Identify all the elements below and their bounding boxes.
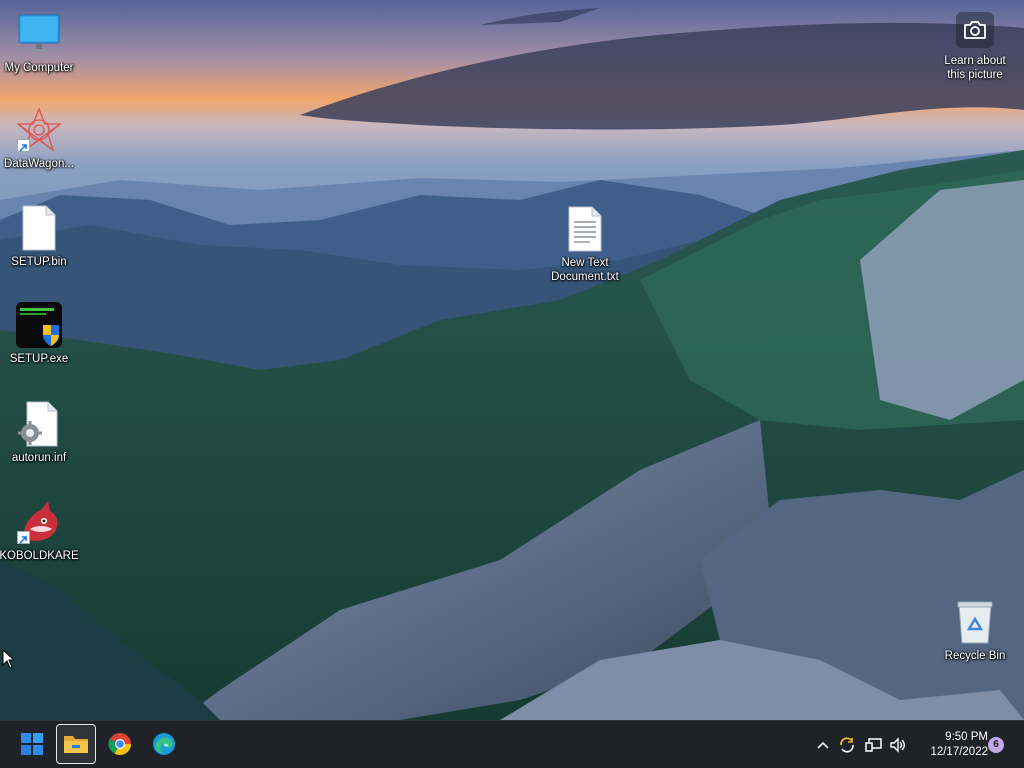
desktop-icon-new-text-document[interactable]: New Text Document.txt (544, 205, 626, 284)
clock-time: 9:50 PM (945, 731, 988, 743)
kobold-app-icon (15, 498, 63, 546)
edge-icon (153, 733, 175, 755)
notification-badge[interactable]: 6 (988, 737, 1004, 753)
desktop-icon-my-computer[interactable]: My Computer (0, 10, 80, 75)
desktop-icon-label: autorun.inf (11, 452, 67, 464)
desktop-icon-datawagon[interactable]: DataWagon... (0, 106, 80, 171)
learn-about-this-picture-button[interactable]: Learn about this picture (936, 12, 1014, 82)
volume-icon[interactable] (888, 735, 908, 755)
monitor-icon (15, 10, 63, 58)
desktop-icon-label: Recycle Bin (944, 650, 1006, 662)
setup-exe-icon (15, 301, 63, 349)
desktop[interactable]: My Computer DataWagon... SETUP.bin SETUP… (0, 0, 1024, 720)
chevron-up-icon[interactable] (813, 735, 833, 755)
wallpaper-mountain-landscape (0, 0, 1024, 720)
desktop-icon-setup-exe[interactable]: SETUP.exe (0, 301, 80, 366)
chrome-button[interactable] (100, 724, 140, 764)
clock-date: 12/17/2022 (930, 746, 988, 758)
desktop-icon-label: KOBOLDKARE (0, 550, 79, 562)
desktop-icon-recycle-bin[interactable]: Recycle Bin (934, 598, 1016, 663)
learn-about-label: Learn about this picture (944, 55, 1006, 81)
desktop-icon-label: SETUP.bin (11, 256, 67, 268)
windows-start-icon (21, 733, 43, 755)
desktop-icon-label: My Computer (4, 62, 74, 74)
folder-icon (64, 736, 88, 753)
file-explorer-button[interactable] (56, 724, 96, 764)
clock[interactable]: 9:50 PM 12/17/2022 (912, 730, 988, 760)
desktop-icon-koboldkare[interactable]: KOBOLDKARE (0, 498, 80, 563)
text-file-icon (561, 205, 609, 253)
settings-file-icon (15, 400, 63, 448)
shortcut-arrow-icon (17, 531, 30, 544)
chrome-icon (108, 733, 131, 755)
camera-icon (956, 12, 994, 48)
sync-icon[interactable] (837, 735, 857, 755)
mouse-cursor-icon (2, 649, 14, 669)
shortcut-arrow-icon (17, 139, 30, 152)
start-button[interactable] (12, 724, 52, 764)
datawagon-app-icon (15, 106, 63, 154)
desktop-icon-autorun-inf[interactable]: autorun.inf (0, 400, 80, 465)
recycle-bin-icon (951, 598, 999, 646)
desktop-icon-label: New Text Document.txt (551, 257, 619, 283)
desktop-icon-label: SETUP.exe (9, 353, 69, 365)
file-icon (15, 204, 63, 252)
taskbar: 9:50 PM 12/17/2022 6 (0, 720, 1024, 768)
desktop-icon-setup-bin[interactable]: SETUP.bin (0, 204, 80, 269)
network-icon[interactable] (864, 735, 884, 755)
desktop-icon-label: DataWagon... (4, 158, 74, 170)
edge-button[interactable] (144, 724, 184, 764)
